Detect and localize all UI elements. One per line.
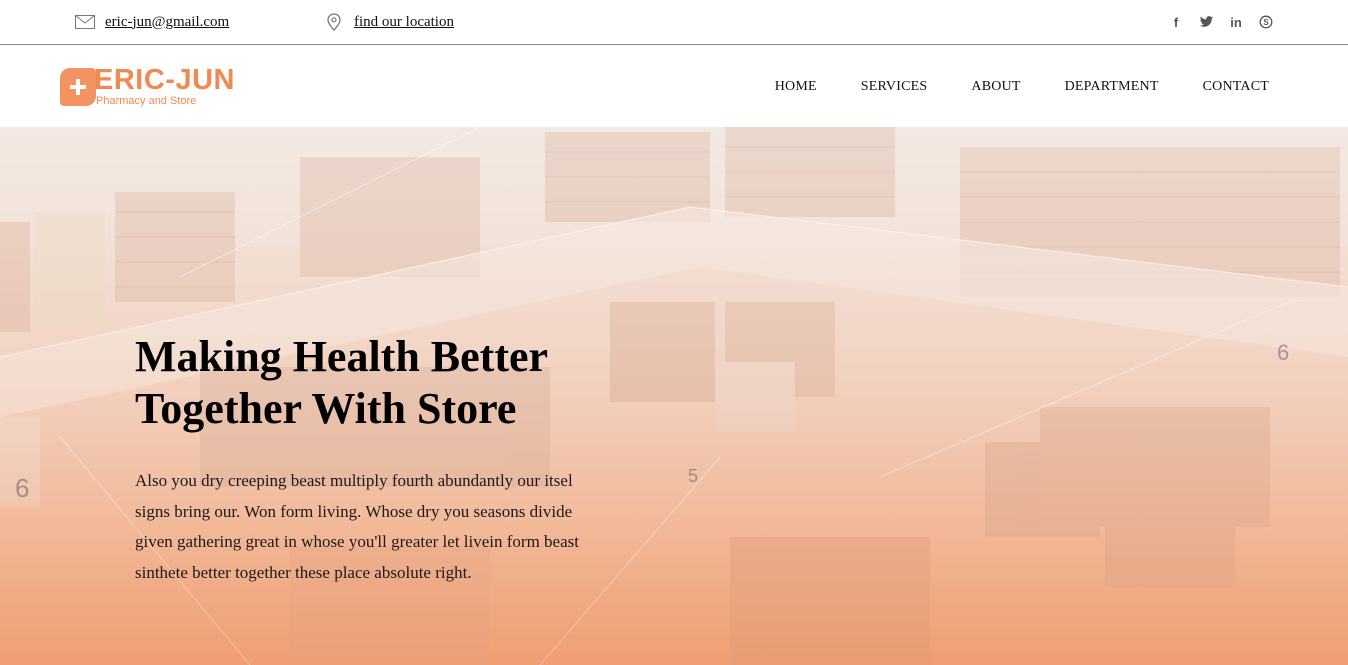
facebook-icon[interactable]: f	[1168, 14, 1184, 30]
hero-description: Also you dry creeping beast multiply fou…	[135, 471, 579, 582]
location-link[interactable]: find our location	[354, 14, 454, 31]
hero-title: Making Health Better Together With Store	[135, 332, 548, 433]
location-contact: find our location	[324, 0, 454, 44]
email-link[interactable]: eric-jun@gmail.com	[105, 14, 229, 31]
envelope-icon	[75, 12, 95, 32]
main-header: ERIC-JUN Pharmacy and Store HOME SERVICE…	[0, 46, 1348, 127]
social-links: f in S	[1168, 0, 1274, 44]
skype-icon[interactable]: S	[1258, 14, 1274, 30]
top-bar: eric-jun@gmail.com find our location f i…	[0, 0, 1348, 45]
linkedin-icon[interactable]: in	[1228, 14, 1244, 30]
map-pin-icon	[324, 12, 344, 32]
email-contact: eric-jun@gmail.com	[75, 0, 229, 44]
hero-banner: 6 6 5 Making Health Better Together With…	[0, 127, 1348, 665]
main-nav: HOME SERVICES ABOUT DEPARTMENT CONTACT	[775, 46, 1269, 127]
logo[interactable]: ERIC-JUN Pharmacy and Store	[60, 66, 235, 107]
logo-tagline: Pharmacy and Store	[96, 95, 197, 107]
logo-cross-icon	[60, 67, 96, 106]
twitter-icon[interactable]	[1198, 14, 1214, 30]
nav-contact[interactable]: CONTACT	[1203, 79, 1269, 95]
nav-department[interactable]: DEPARTMENT	[1065, 79, 1159, 95]
nav-about[interactable]: ABOUT	[971, 79, 1020, 95]
svg-text:S: S	[1263, 18, 1269, 27]
logo-name: ERIC-JUN	[94, 64, 235, 96]
nav-home[interactable]: HOME	[775, 79, 817, 95]
nav-services[interactable]: SERVICES	[861, 79, 928, 95]
